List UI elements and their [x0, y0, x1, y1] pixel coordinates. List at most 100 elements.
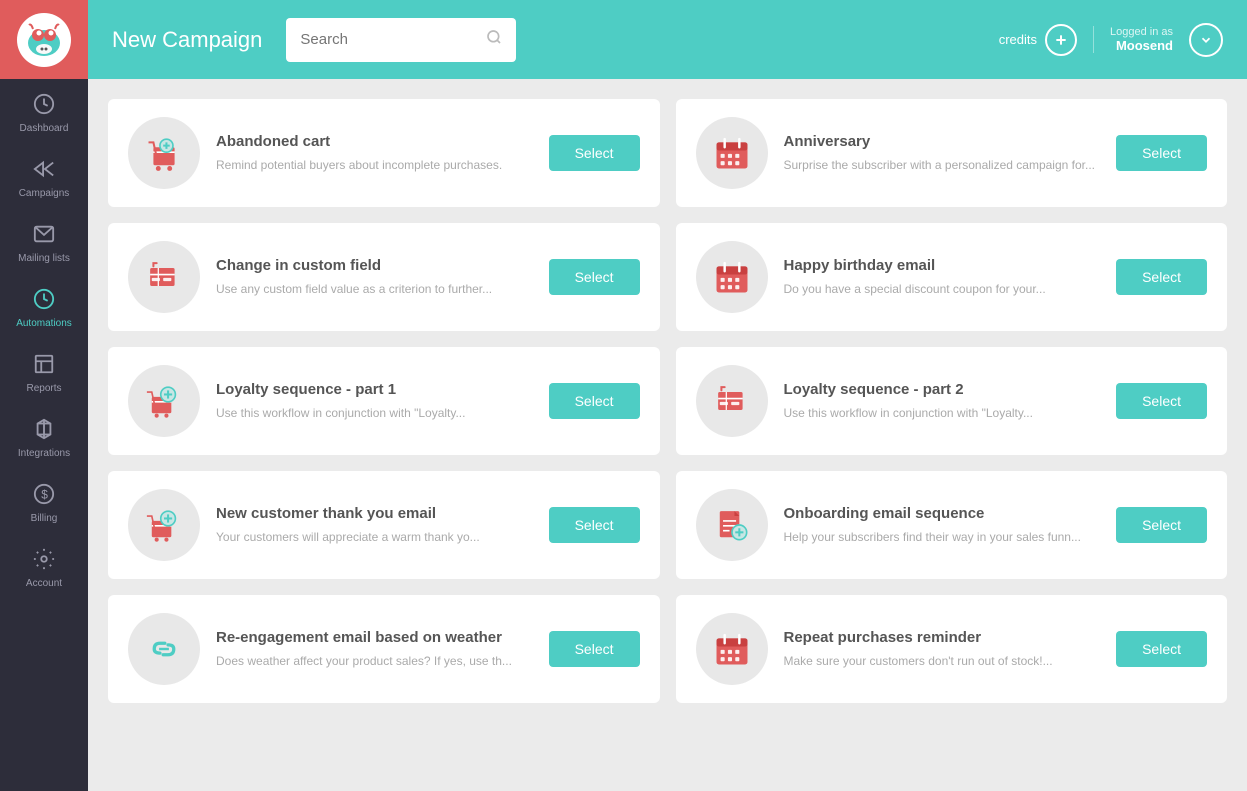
sidebar-item-campaigns[interactable]: Campaigns — [0, 144, 88, 209]
sidebar-item-billing[interactable]: $ Billing — [0, 469, 88, 534]
billing-icon: $ — [33, 483, 55, 509]
card-desc-anniversary: Surprise the subscriber with a personali… — [784, 157, 1101, 174]
header: New Campaign credits — [88, 0, 1247, 79]
sidebar-item-account[interactable]: Account — [0, 534, 88, 599]
sidebar-logo[interactable] — [0, 0, 88, 79]
sidebar-item-billing-label: Billing — [31, 513, 58, 524]
card-desc-onboarding-email: Help your subscribers find their way in … — [784, 529, 1101, 546]
card-desc-reengagement-weather: Does weather affect your product sales? … — [216, 653, 533, 670]
sidebar-item-automations-label: Automations — [16, 318, 72, 329]
main-content: New Campaign credits — [88, 0, 1247, 791]
card-onboarding-email: Onboarding email sequence Help your subs… — [676, 471, 1228, 579]
content-area: Abandoned cart Remind potential buyers a… — [88, 79, 1247, 791]
card-title-loyalty-part2: Loyalty sequence - part 2 — [784, 380, 1101, 400]
sidebar-item-mailing-lists-label: Mailing lists — [18, 253, 70, 264]
sidebar-item-reports-label: Reports — [26, 383, 61, 394]
card-new-customer-thank: New customer thank you email Your custom… — [108, 471, 660, 579]
sidebar-item-integrations-label: Integrations — [18, 448, 70, 459]
reports-icon — [33, 353, 55, 379]
username-label: Moosend — [1116, 38, 1173, 53]
card-icon-repeat-purchases — [696, 613, 768, 685]
sidebar-item-account-label: Account — [26, 578, 62, 589]
card-desc-new-customer-thank: Your customers will appreciate a warm th… — [216, 529, 533, 546]
card-desc-abandoned-cart: Remind potential buyers about incomplete… — [216, 157, 533, 174]
card-loyalty-part2: Loyalty sequence - part 2 Use this workf… — [676, 347, 1228, 455]
mailing-lists-icon — [33, 223, 55, 249]
card-title-loyalty-part1: Loyalty sequence - part 1 — [216, 380, 533, 400]
logo-icon — [17, 13, 71, 67]
card-text-loyalty-part1: Loyalty sequence - part 1 Use this workf… — [216, 380, 533, 422]
sidebar-item-dashboard-label: Dashboard — [20, 123, 69, 134]
card-text-anniversary: Anniversary Surprise the subscriber with… — [784, 132, 1101, 174]
card-icon-anniversary — [696, 117, 768, 189]
card-title-change-custom-field: Change in custom field — [216, 256, 533, 276]
credits-label: credits — [999, 32, 1037, 47]
select-button-change-custom-field[interactable]: Select — [549, 259, 640, 295]
account-icon — [33, 548, 55, 574]
card-icon-reengagement-weather — [128, 613, 200, 685]
card-icon-loyalty-part2 — [696, 365, 768, 437]
card-text-change-custom-field: Change in custom field Use any custom fi… — [216, 256, 533, 298]
card-reengagement-weather: Re-engagement email based on weather Doe… — [108, 595, 660, 703]
card-anniversary: Anniversary Surprise the subscriber with… — [676, 99, 1228, 207]
card-loyalty-part1: Loyalty sequence - part 1 Use this workf… — [108, 347, 660, 455]
card-text-repeat-purchases: Repeat purchases reminder Make sure your… — [784, 628, 1101, 670]
credits-area: credits — [999, 24, 1077, 56]
card-desc-happy-birthday: Do you have a special discount coupon fo… — [784, 281, 1101, 298]
integrations-icon — [33, 418, 55, 444]
svg-text:$: $ — [41, 488, 48, 502]
select-button-happy-birthday[interactable]: Select — [1116, 259, 1207, 295]
card-text-loyalty-part2: Loyalty sequence - part 2 Use this workf… — [784, 380, 1101, 422]
card-title-anniversary: Anniversary — [784, 132, 1101, 152]
card-title-repeat-purchases: Repeat purchases reminder — [784, 628, 1101, 648]
card-icon-loyalty-part1 — [128, 365, 200, 437]
card-happy-birthday: Happy birthday email Do you have a speci… — [676, 223, 1228, 331]
search-icon — [486, 29, 502, 50]
select-button-repeat-purchases[interactable]: Select — [1116, 631, 1207, 667]
sidebar-item-reports[interactable]: Reports — [0, 339, 88, 404]
card-desc-change-custom-field: Use any custom field value as a criterio… — [216, 281, 533, 298]
sidebar-item-dashboard[interactable]: Dashboard — [0, 79, 88, 144]
search-input[interactable] — [300, 31, 486, 48]
page-title: New Campaign — [112, 27, 262, 53]
card-text-new-customer-thank: New customer thank you email Your custom… — [216, 504, 533, 546]
select-button-abandoned-cart[interactable]: Select — [549, 135, 640, 171]
card-title-new-customer-thank: New customer thank you email — [216, 504, 533, 524]
card-text-happy-birthday: Happy birthday email Do you have a speci… — [784, 256, 1101, 298]
card-text-abandoned-cart: Abandoned cart Remind potential buyers a… — [216, 132, 533, 174]
select-button-onboarding-email[interactable]: Select — [1116, 507, 1207, 543]
card-change-custom-field: Change in custom field Use any custom fi… — [108, 223, 660, 331]
select-button-loyalty-part1[interactable]: Select — [549, 383, 640, 419]
sidebar-item-mailing-lists[interactable]: Mailing lists — [0, 209, 88, 274]
card-title-abandoned-cart: Abandoned cart — [216, 132, 533, 152]
cards-grid: Abandoned cart Remind potential buyers a… — [108, 99, 1227, 703]
card-desc-repeat-purchases: Make sure your customers don't run out o… — [784, 653, 1101, 670]
user-dropdown-button[interactable] — [1189, 23, 1223, 57]
card-text-reengagement-weather: Re-engagement email based on weather Doe… — [216, 628, 533, 670]
select-button-new-customer-thank[interactable]: Select — [549, 507, 640, 543]
select-button-anniversary[interactable]: Select — [1116, 135, 1207, 171]
sidebar-item-campaigns-label: Campaigns — [19, 188, 70, 199]
logged-in-as-label: Logged in as — [1110, 26, 1173, 38]
card-abandoned-cart: Abandoned cart Remind potential buyers a… — [108, 99, 660, 207]
automations-icon — [33, 288, 55, 314]
card-title-happy-birthday: Happy birthday email — [784, 256, 1101, 276]
card-desc-loyalty-part2: Use this workflow in conjunction with "L… — [784, 405, 1101, 422]
card-icon-change-custom-field — [128, 241, 200, 313]
campaigns-icon — [33, 158, 55, 184]
select-button-reengagement-weather[interactable]: Select — [549, 631, 640, 667]
card-title-onboarding-email: Onboarding email sequence — [784, 504, 1101, 524]
sidebar: Dashboard Campaigns Mailing lists Automa… — [0, 0, 88, 791]
dashboard-icon — [33, 93, 55, 119]
sidebar-item-integrations[interactable]: Integrations — [0, 404, 88, 469]
user-info: Logged in as Moosend — [1093, 26, 1173, 53]
select-button-loyalty-part2[interactable]: Select — [1116, 383, 1207, 419]
card-repeat-purchases: Repeat purchases reminder Make sure your… — [676, 595, 1228, 703]
search-bar[interactable] — [286, 18, 516, 62]
card-desc-loyalty-part1: Use this workflow in conjunction with "L… — [216, 405, 533, 422]
card-icon-abandoned-cart — [128, 117, 200, 189]
card-title-reengagement-weather: Re-engagement email based on weather — [216, 628, 533, 648]
card-icon-happy-birthday — [696, 241, 768, 313]
add-credits-button[interactable] — [1045, 24, 1077, 56]
sidebar-item-automations[interactable]: Automations — [0, 274, 88, 339]
